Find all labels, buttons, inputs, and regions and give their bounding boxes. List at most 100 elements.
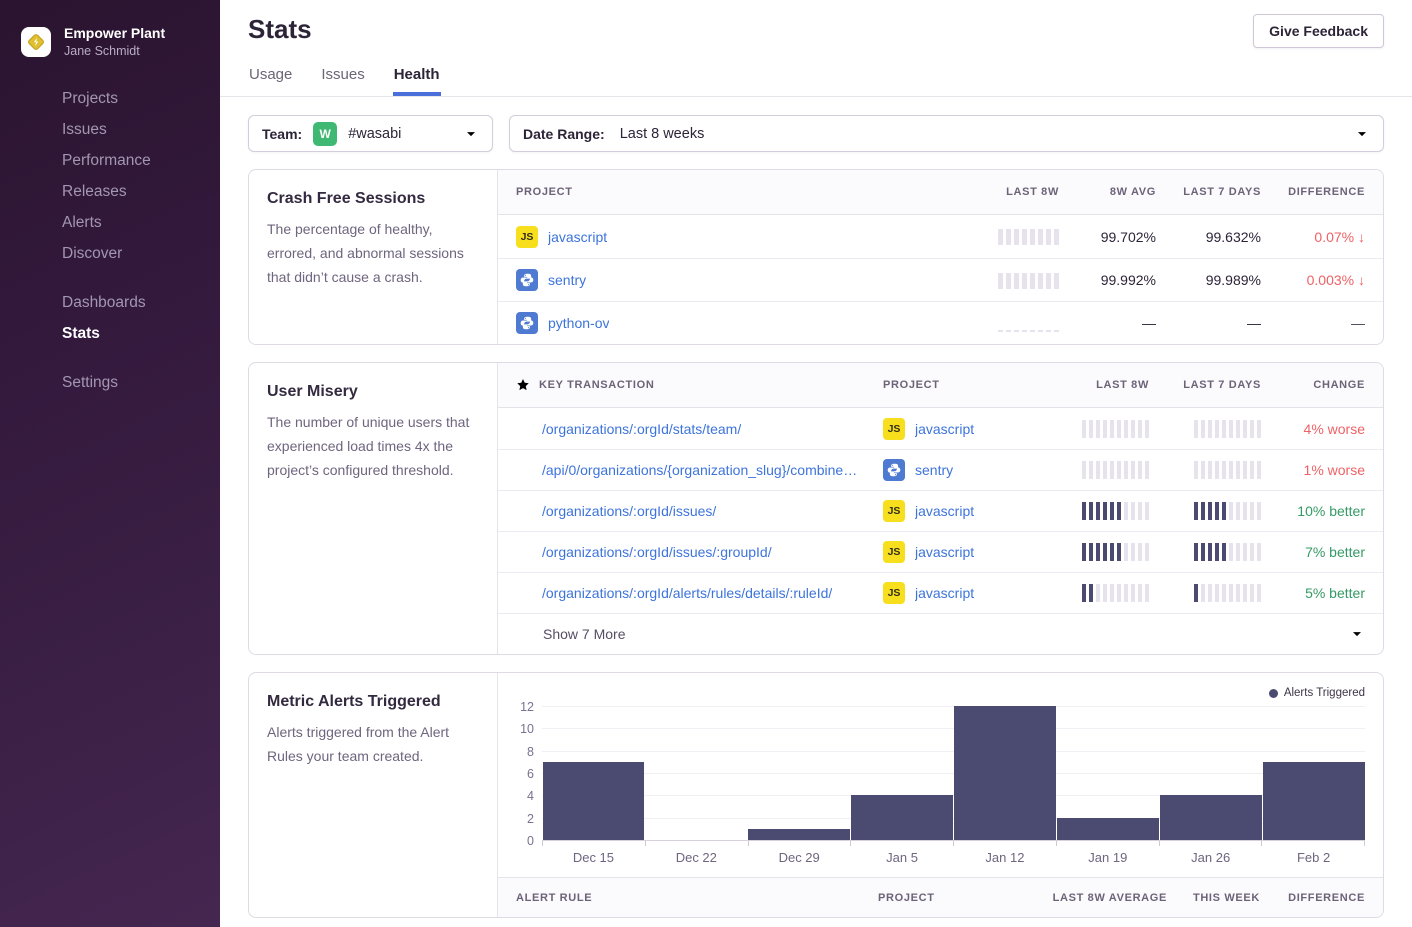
javascript-icon: JS [883,500,905,522]
table-row: /api/0/organizations/{organization_slug}… [498,449,1383,490]
last-7-days-value: 99.989% [1156,272,1261,288]
show-more-row[interactable]: Show 7 More [498,613,1383,654]
javascript-icon: JS [883,582,905,604]
last-8w-score-bar [1041,543,1149,561]
bar [1263,762,1365,840]
tab-issues[interactable]: Issues [320,66,365,96]
team-label: Team: [262,126,302,142]
key-transaction-cell: /api/0/organizations/{organization_slug}… [516,462,883,478]
last-7-days-score-bar [1149,543,1261,561]
javascript-icon: JS [883,418,905,440]
transaction-link[interactable]: /organizations/:orgId/stats/team/ [542,421,741,437]
bar-slot [1262,707,1365,840]
bar-plot [542,707,1365,841]
col-last8w: Last 8W [967,186,1059,198]
user-misery-description: User Misery The number of unique users t… [249,363,498,654]
tab-usage[interactable]: Usage [248,66,293,96]
org-name: Empower Plant [64,25,165,43]
date-range-selector[interactable]: Date Range: Last 8 weeks [509,115,1384,152]
col-project: Project [883,379,1041,391]
sidebar: Empower Plant Jane Schmidt Projects Issu… [0,0,220,927]
col-last7days: Last 7 Days [1156,186,1261,198]
team-selector[interactable]: Team: W #wasabi [248,115,493,152]
alert-rule-table-header: Alert Rule Project Last 8W Average This … [498,877,1383,917]
star-icon[interactable] [516,544,532,560]
legend-label: Alerts Triggered [1284,687,1365,699]
alerts-triggered-chart: Alerts Triggered 024681012 Dec 15Dec 22D… [498,673,1383,865]
last-8w-score-bar [1041,502,1149,520]
sidebar-item-label: Projects [62,90,118,108]
project-link[interactable]: sentry [915,462,953,478]
performance-icon [26,151,46,171]
settings-icon [26,373,46,393]
transaction-link[interactable]: /api/0/organizations/{organization_slug}… [542,462,857,478]
give-feedback-button[interactable]: Give Feedback [1253,14,1384,48]
crash-free-description: Crash Free Sessions The percentage of he… [249,170,498,344]
project-link[interactable]: javascript [915,503,974,519]
star-icon[interactable] [516,462,532,478]
project-link[interactable]: python-ov [548,315,609,331]
sidebar-item-alerts[interactable]: Alerts [0,212,220,234]
transaction-link[interactable]: /organizations/:orgId/issues/ [542,503,716,519]
sidebar-item-projects[interactable]: Projects [0,88,220,110]
filter-bar: Team: W #wasabi Date Range: Last 8 weeks [248,115,1384,152]
sidebar-item-label: Alerts [62,214,102,232]
chevron-down-icon [463,126,479,142]
team-value: #wasabi [348,126,401,142]
metric-alerts-chart-area: Alerts Triggered 024681012 Dec 15Dec 22D… [498,673,1383,917]
bar [1057,818,1159,840]
x-axis-ticks [542,841,1365,846]
transaction-link[interactable]: /organizations/:orgId/alerts/rules/detai… [542,585,832,601]
project-link[interactable]: javascript [915,544,974,560]
sidebar-item-performance[interactable]: Performance [0,150,220,172]
org-logo [21,27,51,57]
col-8w-avg: 8W Avg [1059,186,1156,198]
project-cell: JS javascript [883,500,1041,522]
sidebar-item-stats[interactable]: Stats [0,323,220,345]
table-row: /organizations/:orgId/issues/ JS javascr… [498,490,1383,531]
python-icon [516,269,538,291]
difference-value: — [1261,315,1365,331]
panel-title: User Misery [267,383,479,401]
y-axis: 024681012 [508,707,542,841]
project-link[interactable]: javascript [915,421,974,437]
table-row: /organizations/:orgId/alerts/rules/detai… [498,572,1383,613]
sidebar-item-settings[interactable]: Settings [0,372,220,394]
star-icon[interactable] [516,503,532,519]
x-tick-label: Feb 2 [1262,850,1365,865]
sidebar-item-label: Settings [62,374,118,392]
date-range-label: Date Range: [523,126,605,142]
sidebar-item-discover[interactable]: Discover [0,243,220,265]
col-change: Change [1261,379,1365,391]
sidebar-nav: Projects Issues Performance Releases Ale… [0,88,220,394]
bar-slot [748,707,851,840]
crash-free-sessions-panel: Crash Free Sessions The percentage of he… [248,169,1384,345]
show-more-label: Show 7 More [543,626,625,642]
star-icon[interactable] [516,585,532,601]
dashboards-icon [26,293,46,313]
project-cell: sentry [883,459,1041,481]
project-link[interactable]: javascript [548,229,607,245]
project-link[interactable]: sentry [548,272,586,288]
sidebar-item-releases[interactable]: Releases [0,181,220,203]
sidebar-item-dashboards[interactable]: Dashboards [0,292,220,314]
star-icon[interactable] [516,421,532,437]
project-cell: sentry [516,269,967,291]
clear-date-icon[interactable] [1325,126,1341,142]
last-8w-sparkline [967,315,1059,332]
bar [748,829,850,840]
avg-value: — [1059,315,1156,331]
sidebar-item-label: Stats [62,325,100,343]
last-8w-score-bar [1041,461,1149,479]
legend-dot [1269,689,1278,698]
org-switcher[interactable]: Empower Plant Jane Schmidt [0,25,220,59]
tab-bar: Usage Issues Health [220,66,1412,97]
project-cell: python-ov [516,312,967,334]
user-misery-panel: User Misery The number of unique users t… [248,362,1384,655]
project-link[interactable]: javascript [915,585,974,601]
tab-health[interactable]: Health [393,66,441,96]
difference-value: 0.003% ↓ [1261,272,1365,288]
x-tick-label: Jan 19 [1056,850,1159,865]
sidebar-item-issues[interactable]: Issues [0,119,220,141]
transaction-link[interactable]: /organizations/:orgId/issues/:groupId/ [542,544,772,560]
